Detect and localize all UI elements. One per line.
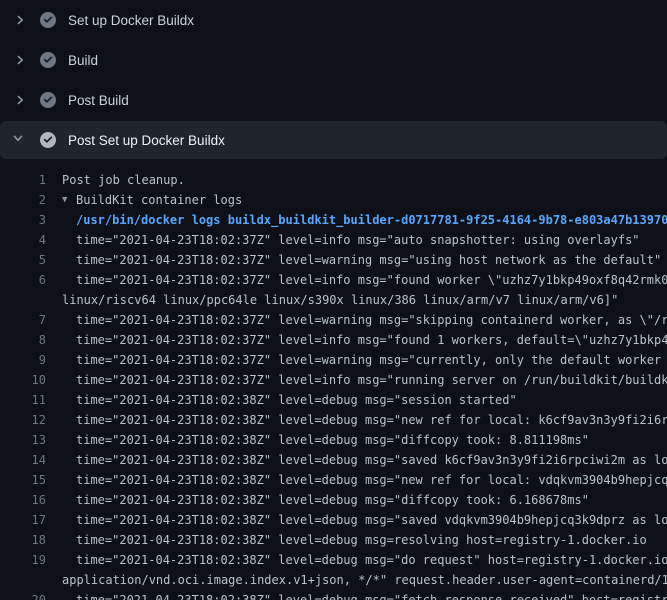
log-line: 10 ▼ time="2021-04-23T18:02:37Z" level=i… xyxy=(0,370,667,390)
line-number-link[interactable]: 19 xyxy=(0,550,46,570)
line-number-link[interactable]: 11 xyxy=(0,390,46,410)
log-line: 18 ▼ time="2021-04-23T18:02:38Z" level=d… xyxy=(0,530,667,550)
line-number-link[interactable]: 17 xyxy=(0,510,46,530)
log-line: 5 ▼ time="2021-04-23T18:02:37Z" level=wa… xyxy=(0,250,667,270)
log-line: 7 ▼ time="2021-04-23T18:02:37Z" level=wa… xyxy=(0,310,667,330)
log-line-text: time="2021-04-23T18:02:38Z" level=debug … xyxy=(76,530,647,550)
log-line-text: time="2021-04-23T18:02:37Z" level=warnin… xyxy=(76,310,667,330)
line-number-link[interactable]: 20 xyxy=(0,590,46,600)
log-line-text: time="2021-04-23T18:02:37Z" level=info m… xyxy=(76,330,667,350)
log-line-text: linux/riscv64 linux/ppc64le linux/s390x … xyxy=(62,290,618,310)
log-line-text: time="2021-04-23T18:02:37Z" level=info m… xyxy=(76,230,640,250)
line-number-link[interactable]: 16 xyxy=(0,490,46,510)
log-line: 2 ▼ BuildKit container logs xyxy=(0,190,667,210)
log-line: 11 ▼ time="2021-04-23T18:02:38Z" level=d… xyxy=(0,390,667,410)
step-header-0[interactable]: Set up Docker Buildx xyxy=(0,0,667,40)
chevron-down-icon xyxy=(12,132,28,148)
log-lines: 1 ▼ Post job cleanup. 2 ▼ BuildKit conta… xyxy=(0,160,667,600)
log-line: ▼ linux/riscv64 linux/ppc64le linux/s390… xyxy=(0,290,667,310)
line-number-link[interactable]: 6 xyxy=(0,270,46,290)
line-number-link[interactable]: 14 xyxy=(0,450,46,470)
line-number-link[interactable]: 10 xyxy=(0,370,46,390)
step-header-3[interactable]: Post Set up Docker Buildx xyxy=(0,121,667,159)
log-line: 3 ▼ /usr/bin/docker logs buildx_buildkit… xyxy=(0,210,667,230)
log-line-text: time="2021-04-23T18:02:38Z" level=debug … xyxy=(76,490,589,510)
check-circle-icon xyxy=(40,52,56,68)
log-line: 14 ▼ time="2021-04-23T18:02:38Z" level=d… xyxy=(0,450,667,470)
line-number-link[interactable]: 7 xyxy=(0,310,46,330)
check-circle-icon xyxy=(40,132,56,148)
log-line-text: time="2021-04-23T18:02:38Z" level=debug … xyxy=(76,410,667,430)
step-header-1[interactable]: Build xyxy=(0,40,667,80)
line-number-link[interactable] xyxy=(0,570,46,590)
check-circle-icon xyxy=(40,12,56,28)
log-line: 6 ▼ time="2021-04-23T18:02:37Z" level=in… xyxy=(0,270,667,290)
line-number-link[interactable]: 15 xyxy=(0,470,46,490)
line-number-link[interactable]: 9 xyxy=(0,350,46,370)
log-line-text: time="2021-04-23T18:02:37Z" level=info m… xyxy=(76,270,667,290)
log-line-text: time="2021-04-23T18:02:37Z" level=warnin… xyxy=(76,350,667,370)
line-number-link[interactable] xyxy=(0,290,46,310)
line-number-link[interactable]: 18 xyxy=(0,530,46,550)
log-line-text: time="2021-04-23T18:02:37Z" level=info m… xyxy=(76,370,667,390)
line-number-link[interactable]: 2 xyxy=(0,190,46,210)
line-number-link[interactable]: 13 xyxy=(0,430,46,450)
line-number-link[interactable]: 8 xyxy=(0,330,46,350)
chevron-right-icon xyxy=(12,52,28,68)
line-number-link[interactable]: 1 xyxy=(0,170,46,190)
step-label: Set up Docker Buildx xyxy=(68,13,194,28)
log-line: 8 ▼ time="2021-04-23T18:02:37Z" level=in… xyxy=(0,330,667,350)
log-line-text: time="2021-04-23T18:02:38Z" level=debug … xyxy=(76,510,667,530)
log-line-text: time="2021-04-23T18:02:38Z" level=debug … xyxy=(76,390,517,410)
line-number-link[interactable]: 5 xyxy=(0,250,46,270)
line-number-link[interactable]: 12 xyxy=(0,410,46,430)
step-header-2[interactable]: Post Build xyxy=(0,80,667,120)
log-line: 1 ▼ Post job cleanup. xyxy=(0,170,667,190)
step-label: Build xyxy=(68,53,98,68)
log-line: 17 ▼ time="2021-04-23T18:02:38Z" level=d… xyxy=(0,510,667,530)
log-line-text: time="2021-04-23T18:02:38Z" level=debug … xyxy=(76,470,667,490)
actions-log-viewer: Set up Docker Buildx Build xyxy=(0,0,667,600)
log-line-text: time="2021-04-23T18:02:38Z" level=debug … xyxy=(76,430,589,450)
log-line-text: application/vnd.oci.image.index.v1+json,… xyxy=(62,570,667,590)
log-line-text: time="2021-04-23T18:02:38Z" level=debug … xyxy=(76,590,667,600)
group-collapse-arrow-icon[interactable]: ▼ xyxy=(62,190,76,210)
chevron-right-icon xyxy=(12,92,28,108)
log-line: 12 ▼ time="2021-04-23T18:02:38Z" level=d… xyxy=(0,410,667,430)
log-line: 15 ▼ time="2021-04-23T18:02:38Z" level=d… xyxy=(0,470,667,490)
log-line-text: Post job cleanup. xyxy=(62,170,185,190)
step-label: Post Build xyxy=(68,93,129,108)
log-line: 20 ▼ time="2021-04-23T18:02:38Z" level=d… xyxy=(0,590,667,600)
log-line-text: /usr/bin/docker logs buildx_buildkit_bui… xyxy=(76,210,667,230)
log-line-text: time="2021-04-23T18:02:37Z" level=warnin… xyxy=(76,250,661,270)
log-line: 4 ▼ time="2021-04-23T18:02:37Z" level=in… xyxy=(0,230,667,250)
step-label: Post Set up Docker Buildx xyxy=(68,133,225,148)
line-number-link[interactable]: 4 xyxy=(0,230,46,250)
check-circle-icon xyxy=(40,92,56,108)
chevron-right-icon xyxy=(12,12,28,28)
log-line-text: time="2021-04-23T18:02:38Z" level=debug … xyxy=(76,550,667,570)
line-number-link[interactable]: 3 xyxy=(0,210,46,230)
log-line: 13 ▼ time="2021-04-23T18:02:38Z" level=d… xyxy=(0,430,667,450)
steps-list: Set up Docker Buildx Build xyxy=(0,0,667,159)
log-line: 19 ▼ time="2021-04-23T18:02:38Z" level=d… xyxy=(0,550,667,570)
log-line-text: BuildKit container logs xyxy=(76,190,242,210)
log-line: 16 ▼ time="2021-04-23T18:02:38Z" level=d… xyxy=(0,490,667,510)
log-line: 9 ▼ time="2021-04-23T18:02:37Z" level=wa… xyxy=(0,350,667,370)
log-line-text: time="2021-04-23T18:02:38Z" level=debug … xyxy=(76,450,667,470)
log-line: ▼ application/vnd.oci.image.index.v1+jso… xyxy=(0,570,667,590)
